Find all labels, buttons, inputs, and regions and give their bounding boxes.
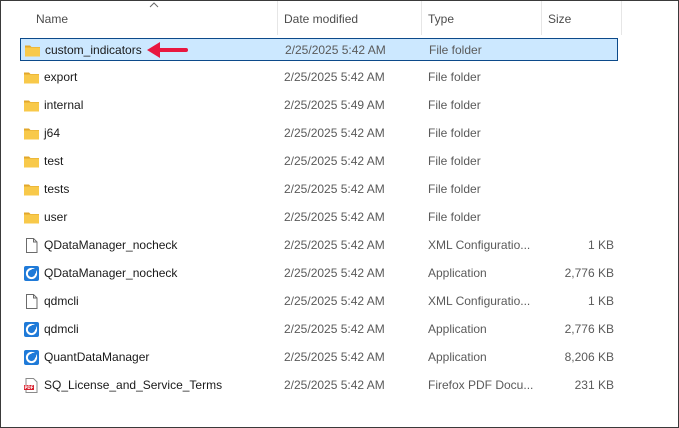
file-name: custom_indicators [45,43,142,57]
file-date-modified: 2/25/2025 5:42 AM [284,154,385,168]
column-header-name[interactable]: Name [29,1,277,35]
file-size: 1 KB [587,238,614,252]
file-type: XML Configuratio... [428,238,531,252]
file-date-modified: 2/25/2025 5:42 AM [284,70,385,84]
file-type: Application [428,322,487,336]
folder-row[interactable]: test 2/25/2025 5:42 AM File folder [20,150,618,173]
file-name: tests [44,182,70,196]
application-icon [23,321,40,338]
svg-text:PDF: PDF [25,385,34,390]
folder-row[interactable]: export 2/25/2025 5:42 AM File folder [20,66,618,89]
folder-row[interactable]: tests 2/25/2025 5:42 AM File folder [20,178,618,201]
file-type: Firefox PDF Docu... [428,378,533,392]
folder-icon [23,153,40,170]
file-size [542,206,614,229]
column-header-date-modified[interactable]: Date modified [277,1,421,35]
file-size [542,94,614,117]
file-row[interactable]: QDataManager_nocheck 2/25/2025 5:42 AM App… [20,262,618,285]
file-size [542,66,614,89]
file-date-modified: 2/25/2025 5:42 AM [284,238,385,252]
file-name: SQ_License_and_Service_Terms [44,378,223,392]
file-type: Application [428,350,487,364]
folder-icon [23,209,40,226]
folder-row[interactable]: user 2/25/2025 5:42 AM File folder [20,206,618,229]
file-size [543,39,615,62]
file-date-modified: 2/25/2025 5:42 AM [284,210,385,224]
file-name: internal [44,98,84,112]
file-name: user [44,210,68,224]
file-date-modified: 2/25/2025 5:49 AM [284,98,385,112]
folder-icon [23,181,40,198]
annotation-arrow-icon [147,42,188,58]
file-date-modified: 2/25/2025 5:42 AM [284,182,385,196]
file-type: File folder [428,210,481,224]
folder-row[interactable]: custom_indicators 2/25/2025 5:42 AM File f… [20,38,618,61]
column-header-bar: Name Date modified Type Size [1,1,622,35]
file-date-modified: 2/25/2025 5:42 AM [284,294,385,308]
document-icon [23,237,40,254]
pdf-icon: PDF [23,377,40,394]
folder-icon [23,69,40,86]
folder-row[interactable]: internal 2/25/2025 5:49 AM File folder [20,94,618,117]
folder-icon [23,125,40,142]
file-date-modified: 2/25/2025 5:42 AM [284,126,385,140]
file-row[interactable]: qdmcli 2/25/2025 5:42 AM Application 2,776 … [20,318,618,341]
file-name: export [44,70,78,84]
file-type: File folder [428,182,481,196]
file-date-modified: 2/25/2025 5:42 AM [284,378,385,392]
file-size: 1 KB [587,294,614,308]
file-size [542,150,614,173]
file-size: 8,206 KB [564,350,614,364]
document-icon [23,293,40,310]
file-name: QDataManager_nocheck [44,238,178,252]
file-date-modified: 2/25/2025 5:42 AM [284,266,385,280]
file-row[interactable]: QDataManager_nocheck 2/25/2025 5:42 AM XML… [20,234,618,257]
file-name: qdmcli [44,294,79,308]
column-header-size[interactable]: Size [541,1,621,35]
file-name: j64 [44,126,61,140]
file-size [542,178,614,201]
file-type: File folder [428,154,481,168]
column-header-type[interactable]: Type [421,1,541,35]
file-name: qdmcli [44,322,79,336]
file-type: File folder [428,126,481,140]
file-row[interactable]: qdmcli 2/25/2025 5:42 AM XML Configuratio.… [20,290,618,313]
file-date-modified: 2/25/2025 5:42 AM [284,350,385,364]
application-icon [23,265,40,282]
file-type: Application [428,266,487,280]
file-type: File folder [428,98,481,112]
file-size [542,122,614,145]
application-icon [23,349,40,366]
folder-row[interactable]: j64 2/25/2025 5:42 AM File folder [20,122,618,145]
file-row[interactable]: PDF SQ_License_and_Service_Terms 2/25/2025… [20,374,618,397]
file-date-modified: 2/25/2025 5:42 AM [284,322,385,336]
column-divider[interactable] [621,1,622,35]
file-row[interactable]: QuantDataManager 2/25/2025 5:42 AM Applica… [20,346,618,369]
file-size: 231 KB [574,378,614,392]
file-size: 2,776 KB [564,322,614,336]
file-date-modified: 2/25/2025 5:42 AM [285,43,386,57]
file-name: QDataManager_nocheck [44,266,178,280]
file-name: QuantDataManager [44,350,150,364]
folder-icon [23,97,40,114]
file-type: File folder [428,70,481,84]
folder-icon [24,42,41,59]
file-name: test [44,154,64,168]
file-list-pane: Name Date modified Type Size custom_indi… [0,0,679,428]
file-type: XML Configuratio... [428,294,531,308]
file-size: 2,776 KB [564,266,614,280]
file-type: File folder [429,43,482,57]
